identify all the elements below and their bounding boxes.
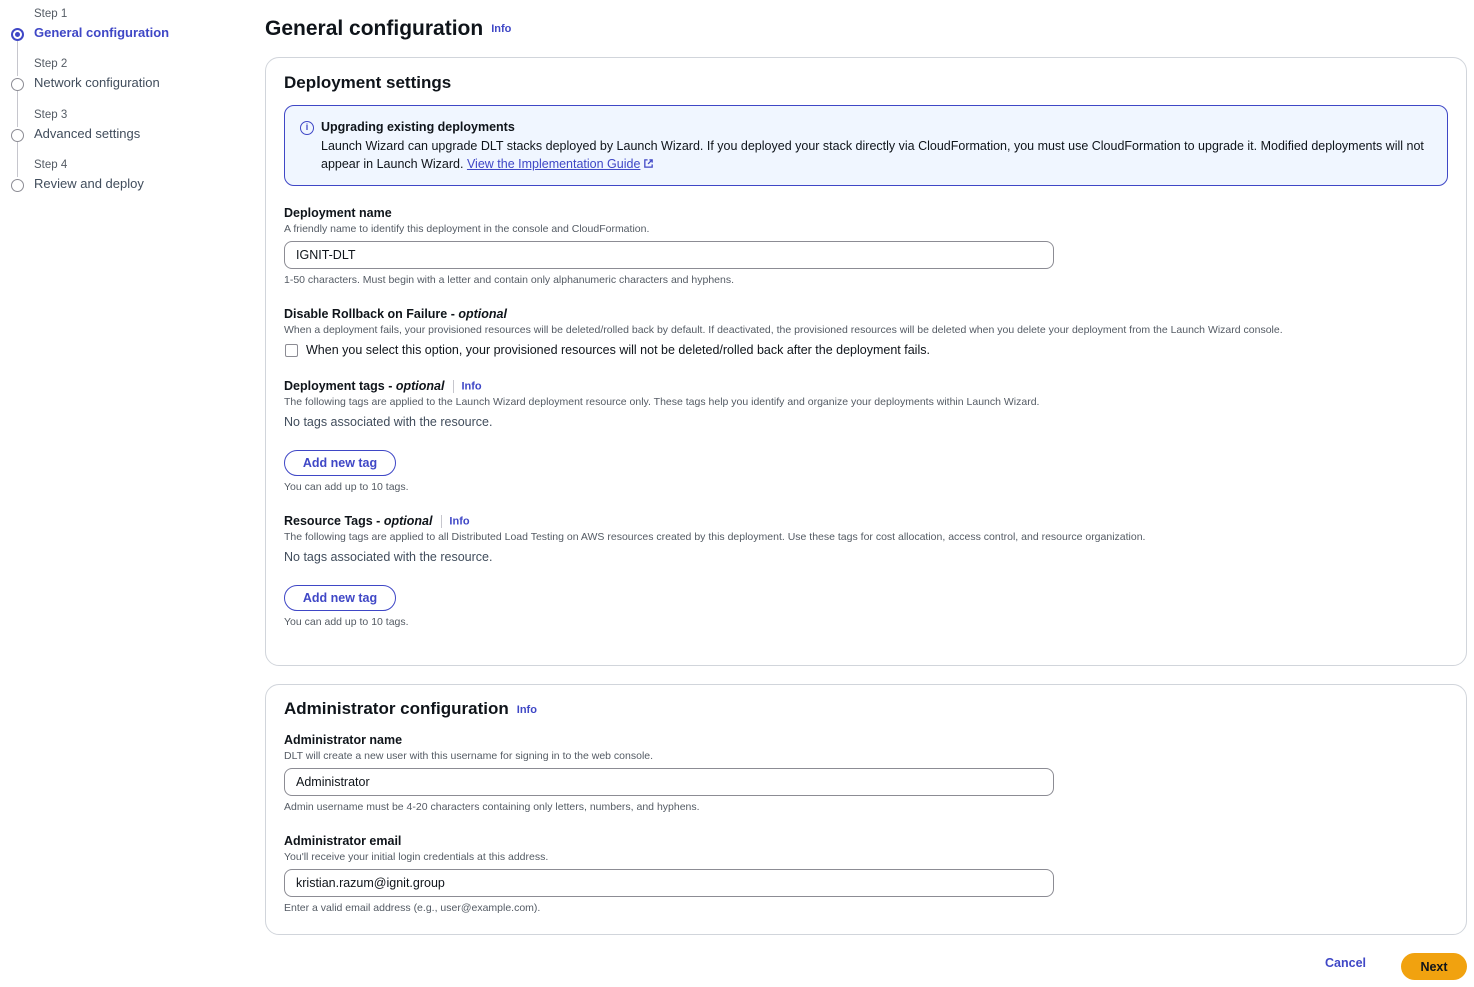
implementation-guide-link-text: View the Implementation Guide: [466, 157, 641, 171]
optional-tag: optional: [395, 379, 445, 393]
step-number: Step 2: [34, 58, 68, 70]
administrator-configuration-container: Administrator configuration Info Administ…: [265, 684, 1467, 935]
implementation-guide-link[interactable]: View the Implementation Guide: [467, 157, 654, 171]
deployment-settings-title: Deployment settings: [284, 73, 452, 92]
rollback-label-text: Disable Rollback on Failure: [284, 307, 448, 321]
admin-email-constraint: Enter a valid email address (e.g., user@…: [284, 902, 541, 914]
step-indicator-icon: [11, 78, 24, 91]
divider: [441, 515, 443, 529]
admin-name-input[interactable]: [284, 768, 1054, 796]
step-advanced-settings[interactable]: Step 3 Advanced settings: [0, 109, 230, 149]
admin-name-description: DLT will create a new user with this use…: [284, 750, 654, 762]
optional-tag: optional: [383, 514, 433, 528]
optional-tag: optional: [458, 307, 507, 321]
rollback-label: Disable Rollback on Failure - optional: [284, 307, 507, 321]
admin-email-label: Administrator email: [284, 834, 402, 848]
add-resource-tag-button[interactable]: Add new tag: [284, 585, 396, 611]
admin-name-constraint: Admin username must be 4-20 characters c…: [284, 801, 700, 813]
deployment-name-input[interactable]: [284, 241, 1054, 269]
deployment-tags-label: Deployment tags - optional Info: [284, 379, 482, 394]
step-title[interactable]: General configuration: [34, 25, 169, 40]
deployment-tags-info-link[interactable]: Info: [461, 381, 481, 393]
page-title-text: General configuration: [265, 17, 484, 40]
resource-tags-label: Resource Tags - optional Info: [284, 514, 470, 529]
deployment-name-constraint: 1-50 characters. Must begin with a lette…: [284, 274, 735, 286]
resource-tags-label-text: Resource Tags: [284, 514, 373, 528]
external-link-icon: [644, 159, 654, 168]
administrator-configuration-title-text: Administrator configuration: [284, 699, 509, 718]
alert-title: Upgrading existing deployments: [321, 120, 515, 134]
resource-tags-hint: You can add up to 10 tags.: [284, 616, 409, 628]
alert-body: Launch Wizard can upgrade DLT stacks dep…: [321, 137, 1431, 173]
deployment-tags-description: The following tags are applied to the La…: [284, 396, 1040, 408]
page-info-link[interactable]: Info: [491, 23, 511, 35]
step-indicator-icon: [11, 179, 24, 192]
deployment-settings-container: Deployment settings i Upgrading existing…: [265, 57, 1467, 666]
upgrade-info-alert: i Upgrading existing deployments Launch …: [284, 105, 1448, 186]
step-review-and-deploy[interactable]: Step 4 Review and deploy: [0, 159, 230, 199]
deployment-tags-hint: You can add up to 10 tags.: [284, 481, 409, 493]
page-title: General configuration Info: [265, 17, 511, 41]
rollback-description: When a deployment fails, your provisione…: [284, 324, 1283, 336]
step-title[interactable]: Network configuration: [34, 75, 160, 90]
step-general-configuration[interactable]: Step 1 General configuration: [0, 8, 230, 48]
step-number: Step 4: [34, 159, 68, 171]
deployment-name-label: Deployment name: [284, 206, 392, 220]
admin-email-description: You'll receive your initial login creden…: [284, 851, 549, 863]
disable-rollback-checkbox-label[interactable]: When you select this option, your provis…: [306, 343, 930, 357]
administrator-configuration-title: Administrator configuration Info: [284, 699, 537, 719]
step-title[interactable]: Review and deploy: [34, 176, 144, 191]
admin-email-input[interactable]: [284, 869, 1054, 897]
admin-name-label: Administrator name: [284, 733, 403, 747]
cancel-button[interactable]: Cancel: [1325, 956, 1366, 970]
step-number: Step 3: [34, 109, 68, 121]
resource-tags-info-link[interactable]: Info: [449, 516, 469, 528]
step-title[interactable]: Advanced settings: [34, 126, 140, 141]
step-number: Step 1: [34, 8, 68, 20]
resource-tags-empty: No tags associated with the resource.: [284, 550, 493, 564]
step-active-indicator-icon: [11, 28, 24, 41]
divider: [453, 380, 455, 394]
info-circle-icon: i: [300, 121, 314, 135]
admin-config-info-link[interactable]: Info: [517, 704, 537, 716]
next-button[interactable]: Next: [1401, 953, 1467, 980]
deployment-tags-empty: No tags associated with the resource.: [284, 415, 493, 429]
disable-rollback-checkbox[interactable]: [285, 344, 298, 357]
add-deployment-tag-button[interactable]: Add new tag: [284, 450, 396, 476]
resource-tags-description: The following tags are applied to all Di…: [284, 531, 1146, 543]
deployment-tags-label-text: Deployment tags: [284, 379, 385, 393]
deployment-name-description: A friendly name to identify this deploym…: [284, 223, 650, 235]
step-network-configuration[interactable]: Step 2 Network configuration: [0, 58, 230, 98]
step-indicator-icon: [11, 129, 24, 142]
